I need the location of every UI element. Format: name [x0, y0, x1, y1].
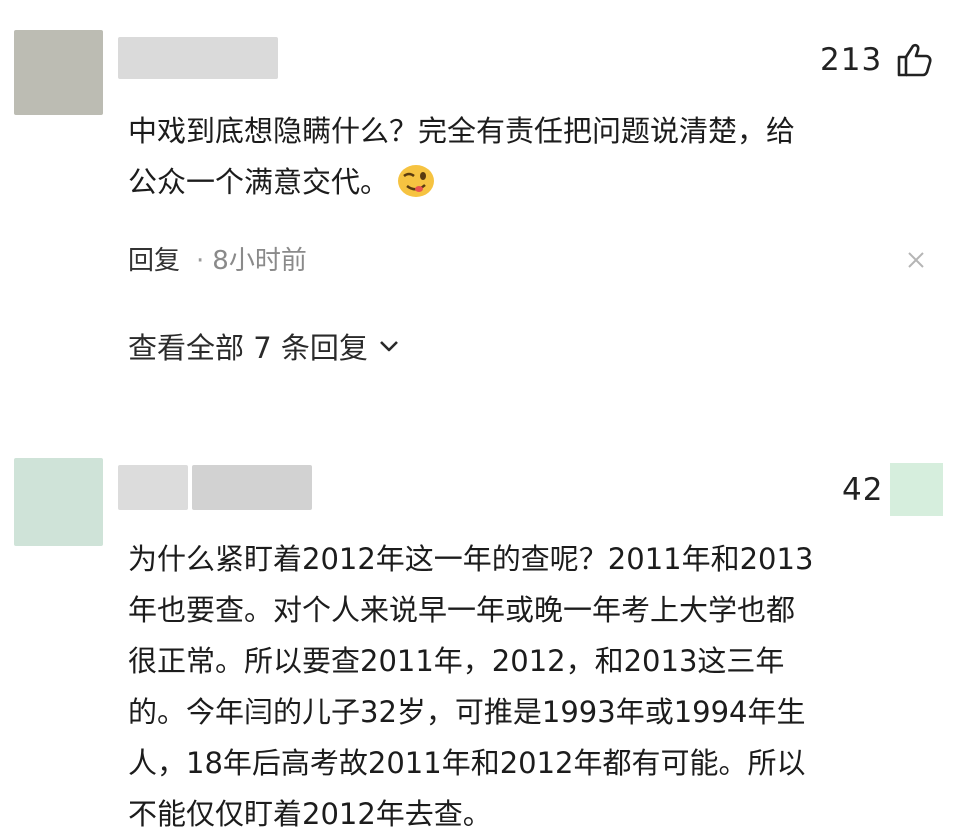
comment-meta: 回复 · 8小时前	[128, 240, 307, 277]
avatar[interactable]	[14, 458, 103, 546]
thumbs-up-icon[interactable]	[890, 463, 943, 516]
username-redacted[interactable]	[192, 465, 312, 510]
view-all-replies-button[interactable]: 查看全部 7 条回复	[128, 325, 400, 367]
username-redacted[interactable]	[118, 37, 278, 79]
reply-button[interactable]: 回复	[128, 246, 180, 276]
comment-text: 中戏到底想隐瞒什么？完全有责任把问题说清楚，给 公众一个满意交代。	[128, 114, 796, 199]
view-replies-label: 查看全部 7 条回复	[128, 331, 368, 365]
chevron-down-icon	[379, 341, 398, 352]
username-redacted[interactable]	[118, 465, 188, 510]
close-icon[interactable]	[906, 250, 926, 270]
like-count: 213	[820, 42, 883, 78]
separator-dot: ·	[196, 246, 205, 276]
timestamp: 8小时前	[212, 246, 307, 276]
thumbs-up-icon[interactable]	[896, 42, 934, 78]
comment-text: 为什么紧盯着2012年这一年的查呢？2011年和2013 年也要查。对个人来说早…	[128, 542, 814, 831]
wink-tongue-emoji-icon	[398, 165, 435, 197]
avatar[interactable]	[14, 30, 103, 115]
like-count: 42	[842, 472, 884, 508]
